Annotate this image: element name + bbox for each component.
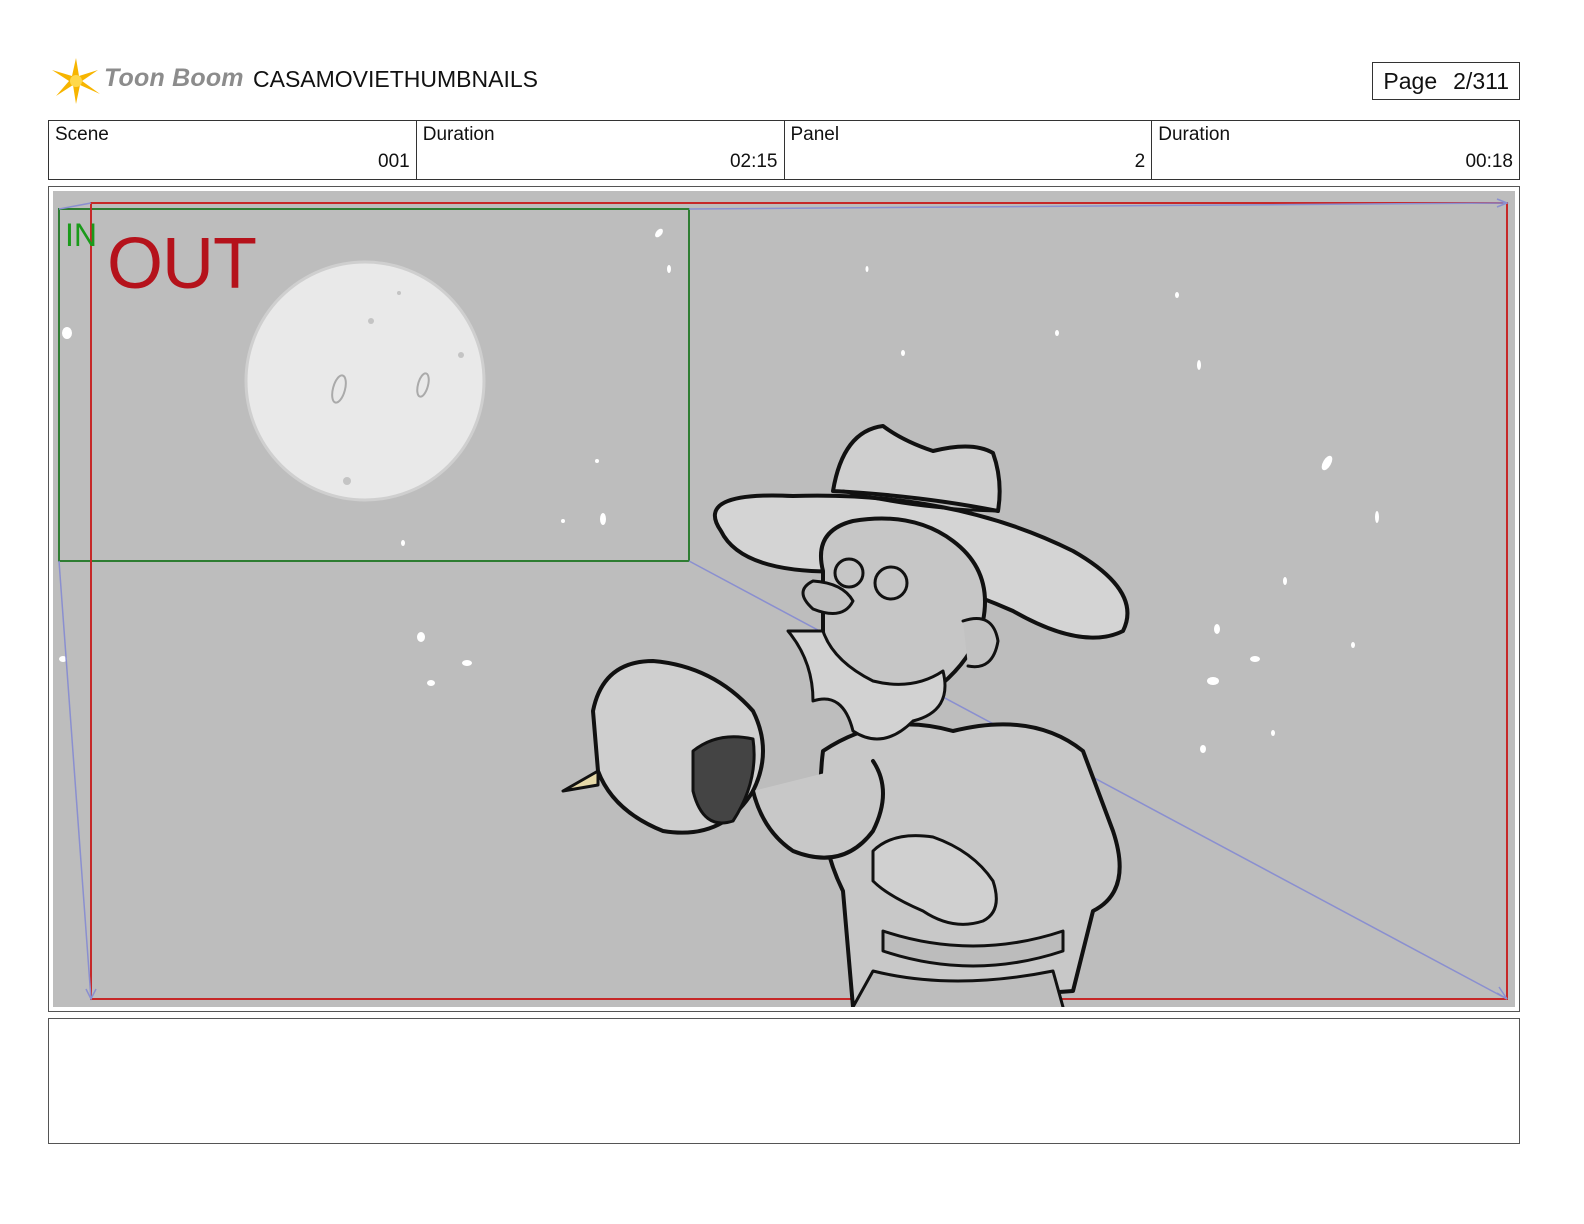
panel-notes-box[interactable] — [48, 1018, 1520, 1144]
panel-label: Panel — [790, 124, 840, 145]
toon-boom-logo: Toon Boom — [48, 52, 244, 108]
panel-drawing: IN OUT — [53, 191, 1515, 1007]
stars — [59, 228, 1379, 753]
page-number: 2/311 — [1453, 67, 1509, 94]
storyboard-header: Toon Boom CASAMOVIETHUMBNAILS Page 2/311 — [48, 52, 1520, 108]
scene-duration-value: 02:15 — [729, 151, 778, 172]
panel-info-row: Scene 001 Duration 02:15 Panel 2 Duratio… — [48, 120, 1520, 180]
scene-duration-cell: Duration 02:15 — [417, 121, 785, 179]
panel-value: 2 — [1134, 151, 1146, 172]
old-man-character — [561, 424, 1130, 1007]
page-label: Page — [1383, 67, 1438, 94]
panel-duration-cell: Duration 00:18 — [1152, 121, 1519, 179]
scene-value: 001 — [378, 151, 410, 172]
panel-duration-label: Duration — [1158, 124, 1231, 145]
panel-cell: Panel 2 — [785, 121, 1153, 179]
scene-duration-label: Duration — [422, 124, 495, 145]
scene-label: Scene — [55, 124, 109, 145]
scene-cell: Scene 001 — [49, 121, 417, 179]
page-indicator: Page 2/311 — [1372, 62, 1520, 100]
project-title: CASAMOVIETHUMBNAILS — [253, 66, 538, 92]
starburst-icon — [52, 58, 100, 104]
sketch-artwork — [58, 198, 1510, 1007]
panel-duration-value: 00:18 — [1465, 151, 1513, 172]
in-label: IN — [65, 217, 97, 253]
logo-text: Toon Boom — [104, 64, 244, 92]
out-label: OUT — [107, 224, 257, 304]
moon — [244, 260, 486, 502]
storyboard-panel: IN OUT — [48, 186, 1520, 1012]
